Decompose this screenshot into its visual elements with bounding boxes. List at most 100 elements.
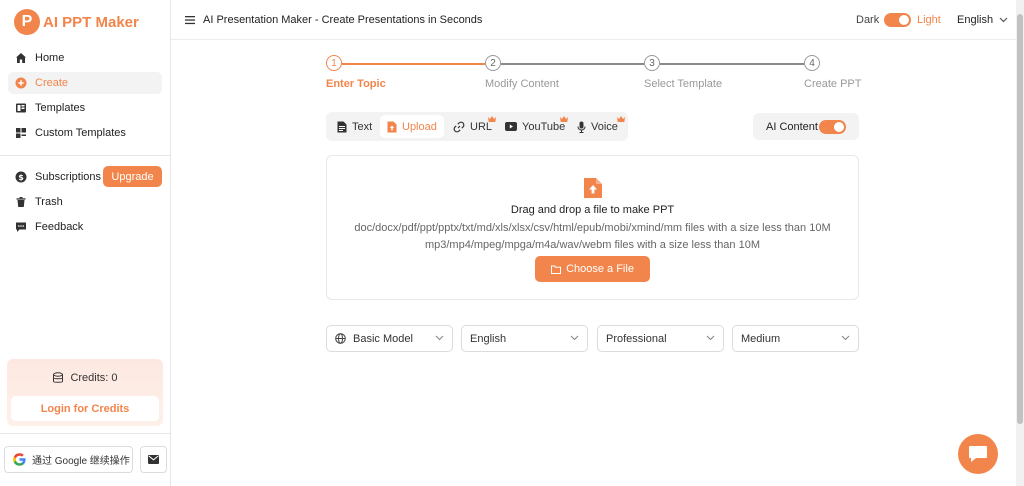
tab-label: Upload — [402, 120, 437, 133]
login-for-credits-button[interactable]: Login for Credits — [11, 396, 159, 421]
tab-label: URL — [470, 120, 493, 133]
choose-file-button[interactable]: Choose a File — [535, 256, 650, 282]
sidebar-divider — [0, 155, 171, 156]
step-connector — [660, 63, 804, 65]
choose-file-label: Choose a File — [566, 263, 634, 275]
step-2-indicator: 2 — [485, 55, 501, 71]
ai-content-toggle[interactable] — [819, 120, 846, 134]
sidebar-item-custom-templates[interactable]: Custom Templates — [8, 122, 162, 144]
crown-icon — [560, 113, 568, 122]
source-tabs: Text Upload URL YouTube Voice — [326, 112, 628, 141]
dropzone-title: Drag and drop a file to make PPT — [510, 204, 675, 216]
model-select-value: Basic Model — [353, 332, 413, 345]
trash-icon — [15, 196, 27, 208]
crown-icon — [617, 113, 625, 122]
ai-content-label: AI Content — [766, 120, 818, 133]
sidebar-item-trash[interactable]: Trash — [8, 191, 162, 213]
custom-templates-icon — [15, 127, 27, 139]
model-select[interactable]: Basic Model — [326, 325, 453, 352]
sidebar-item-label: Trash — [35, 196, 63, 208]
chevron-down-icon — [435, 335, 444, 341]
sidebar-item-label: Subscriptions — [35, 171, 102, 183]
chat-support-button[interactable] — [958, 434, 998, 474]
page-title: AI Presentation Maker - Create Presentat… — [203, 14, 483, 26]
step-3-indicator: 3 — [644, 55, 660, 71]
tab-label: Voice — [591, 120, 618, 133]
app-logo[interactable]: P AI PPT Maker — [14, 9, 139, 35]
menu-icon[interactable] — [184, 14, 196, 26]
credits-row: Credits: 0 — [7, 372, 163, 384]
sidebar-item-templates[interactable]: Templates — [8, 97, 162, 119]
ai-content-control: AI Content — [753, 113, 859, 140]
length-select[interactable]: Medium — [732, 325, 859, 352]
sidebar-item-label: Custom Templates — [35, 127, 126, 139]
language-label: English — [957, 14, 994, 26]
tab-upload[interactable]: Upload — [380, 115, 444, 138]
sidebar-item-create[interactable]: Create — [8, 72, 162, 94]
globe-icon — [335, 333, 346, 344]
templates-icon — [15, 102, 27, 114]
sidebar: P AI PPT Maker Home Create Templates Cus… — [0, 0, 171, 486]
tab-label: YouTube — [522, 120, 566, 133]
google-signin-button[interactable]: 通过 Google 继续操作 — [4, 446, 133, 473]
dollar-icon: $ — [15, 171, 27, 183]
mail-icon — [148, 455, 159, 464]
step-connector — [342, 63, 485, 65]
youtube-icon — [505, 122, 517, 131]
step-1-label: Enter Topic — [326, 78, 386, 90]
file-dropzone[interactable]: Drag and drop a file to make PPT doc/doc… — [326, 155, 859, 300]
step-connector — [501, 63, 644, 65]
sidebar-item-label: Feedback — [35, 221, 84, 233]
chat-bubble-icon — [968, 445, 988, 463]
step-4-indicator: 4 — [804, 55, 820, 71]
google-signin-label: 通过 Google 继续操作 — [32, 456, 130, 467]
theme-dark-label: Dark — [856, 14, 880, 26]
database-icon — [52, 372, 64, 384]
sidebar-item-subscriptions[interactable]: $ Subscriptions — [8, 166, 102, 188]
plus-circle-icon — [15, 77, 27, 89]
step-1-indicator: 1 — [326, 55, 342, 71]
language-select[interactable]: English — [461, 325, 588, 352]
google-icon — [13, 453, 26, 466]
svg-text:$: $ — [18, 173, 24, 182]
credits-label: Credits: 0 — [70, 372, 118, 384]
sidebar-item-home[interactable]: Home — [8, 47, 162, 69]
tab-text[interactable]: Text — [330, 115, 379, 138]
step-3-label: Select Template — [644, 78, 723, 90]
crown-icon — [488, 113, 496, 122]
tone-select-value: Professional — [606, 332, 667, 345]
upgrade-button[interactable]: Upgrade — [103, 166, 162, 187]
tab-label: Text — [352, 120, 373, 133]
chevron-down-icon — [841, 335, 850, 341]
sidebar-item-feedback[interactable]: Feedback — [8, 216, 162, 238]
folder-icon — [551, 265, 562, 274]
chevron-down-icon — [999, 17, 1008, 23]
language-selector[interactable]: English — [957, 14, 1008, 26]
tone-select[interactable]: Professional — [597, 325, 724, 352]
microphone-icon — [577, 121, 586, 133]
chevron-down-icon — [706, 335, 715, 341]
credits-card: Credits: 0 Login for Credits — [7, 359, 163, 426]
email-signin-button[interactable] — [140, 446, 167, 473]
dropzone-formats-docs: doc/docx/pdf/ppt/pptx/txt/md/xls/xlsx/cs… — [354, 222, 831, 234]
theme-toggle[interactable] — [884, 13, 911, 27]
scrollbar-thumb[interactable] — [1017, 14, 1023, 424]
top-header: AI Presentation Maker - Create Presentat… — [171, 0, 1016, 40]
step-2-label: Modify Content — [485, 78, 559, 90]
sidebar-item-label: Home — [35, 52, 65, 64]
feedback-icon — [15, 221, 27, 233]
logo-text: AI PPT Maker — [43, 13, 139, 31]
text-doc-icon — [337, 121, 347, 133]
chevron-down-icon — [570, 335, 579, 341]
logo-badge: P — [14, 9, 40, 35]
length-select-value: Medium — [741, 332, 781, 345]
upload-file-icon — [583, 177, 603, 199]
step-4-label: Create PPT — [804, 78, 862, 90]
upload-file-icon — [387, 121, 397, 133]
home-icon — [15, 52, 27, 64]
sidebar-item-label: Create — [35, 77, 69, 89]
sidebar-divider-bottom — [0, 433, 171, 434]
sidebar-item-label: Templates — [35, 102, 86, 114]
link-icon — [453, 121, 465, 133]
dropzone-formats-media: mp3/mp4/mpeg/mpga/m4a/wav/webm files wit… — [424, 239, 761, 251]
